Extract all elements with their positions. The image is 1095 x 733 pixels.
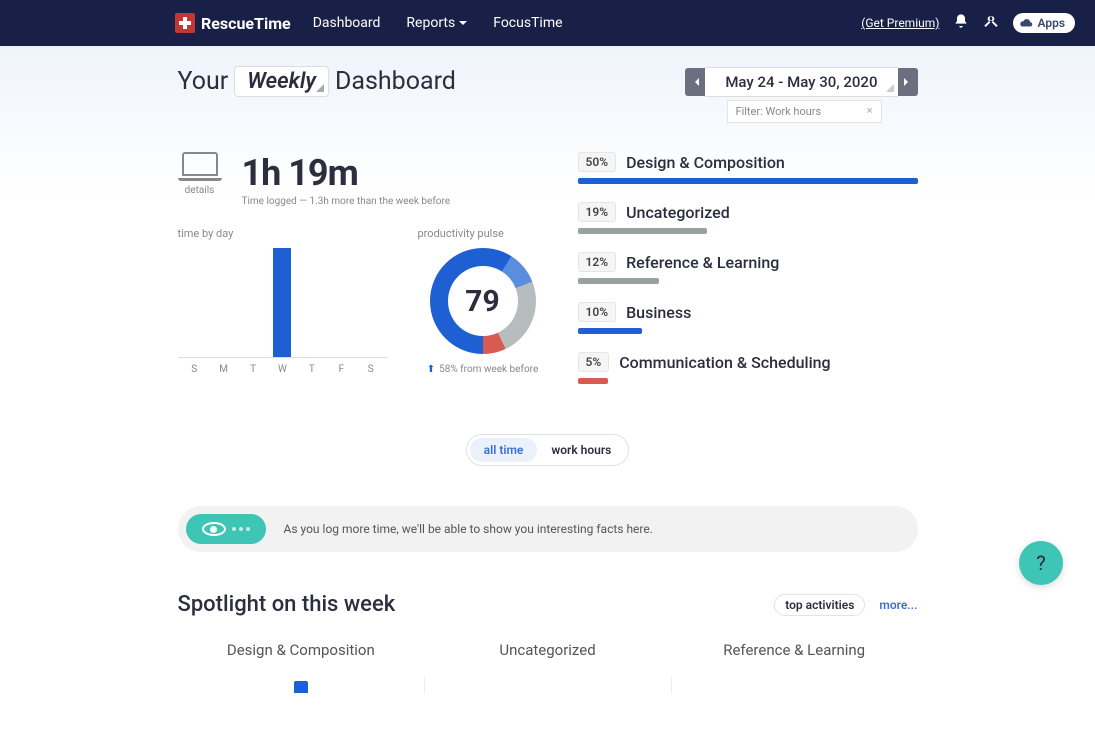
date-range-select[interactable]: May 24 - May 30, 2020 bbox=[705, 67, 897, 97]
spotlight-category[interactable]: Design & Composition bbox=[178, 641, 425, 659]
laptop-icon bbox=[182, 152, 218, 176]
day-tick: S bbox=[358, 364, 383, 375]
bell-icon[interactable] bbox=[953, 13, 969, 33]
date-next-button[interactable] bbox=[898, 68, 918, 96]
timer-widget[interactable] bbox=[797, 20, 847, 26]
day-tick: T bbox=[299, 364, 324, 375]
tools-icon[interactable] bbox=[983, 13, 999, 33]
spotlight-bar bbox=[294, 681, 308, 693]
toggle-work-hours[interactable]: work hours bbox=[537, 438, 625, 462]
category-name: Business bbox=[626, 303, 691, 322]
more-link[interactable]: more... bbox=[879, 598, 917, 612]
category-item[interactable]: 10% Business bbox=[578, 302, 918, 334]
category-pct: 5% bbox=[578, 352, 610, 372]
category-bar bbox=[578, 228, 707, 234]
logo[interactable]: RescueTime bbox=[175, 13, 291, 33]
time-scope-toggle: all time work hours bbox=[178, 434, 918, 466]
category-bar bbox=[578, 178, 918, 184]
category-bar bbox=[578, 278, 660, 284]
category-item[interactable]: 12% Reference & Learning bbox=[578, 252, 918, 284]
get-premium-link[interactable]: (Get Premium) bbox=[861, 16, 939, 30]
time-logged-value: 1h 19m bbox=[242, 152, 451, 194]
day-tick: W bbox=[270, 364, 295, 375]
details-link[interactable]: details bbox=[178, 185, 222, 196]
category-bar bbox=[578, 328, 643, 334]
spotlight-category[interactable]: Uncategorized bbox=[424, 641, 671, 659]
brand-name: RescueTime bbox=[201, 14, 291, 33]
category-item[interactable]: 5% Communication & Scheduling bbox=[578, 352, 918, 384]
insights-banner: As you log more time, we'll be able to s… bbox=[178, 506, 918, 552]
productivity-pulse-chart[interactable]: 79 bbox=[430, 248, 536, 354]
category-item[interactable]: 19% Uncategorized bbox=[578, 202, 918, 234]
category-bar bbox=[578, 378, 609, 384]
pulse-label: productivity pulse bbox=[418, 227, 548, 240]
category-item[interactable]: 50% Design & Composition bbox=[578, 152, 918, 184]
eye-icon bbox=[202, 522, 226, 536]
category-name: Uncategorized bbox=[626, 203, 730, 222]
nav-focustime[interactable]: FocusTime bbox=[493, 15, 562, 31]
page-title: Your Weekly Dashboard bbox=[178, 66, 456, 97]
time-by-day-label: time by day bbox=[178, 227, 388, 240]
page-header: Your Weekly Dashboard May 24 - May 30, 2… bbox=[178, 66, 918, 97]
arrow-up-icon: ⬆ bbox=[427, 364, 435, 375]
timer-bar bbox=[797, 20, 847, 26]
eye-badge bbox=[186, 514, 266, 544]
help-button[interactable]: ? bbox=[1019, 541, 1063, 585]
device-summary[interactable]: details bbox=[178, 152, 222, 196]
nav-reports[interactable]: Reports bbox=[406, 15, 467, 31]
pulse-change: ⬆ 58% from week before bbox=[427, 364, 539, 375]
spotlight-category[interactable]: Reference & Learning bbox=[671, 641, 918, 659]
toggle-all-time[interactable]: all time bbox=[470, 438, 538, 462]
date-prev-button[interactable] bbox=[685, 68, 705, 96]
day-tick: F bbox=[329, 364, 354, 375]
close-icon[interactable]: × bbox=[867, 104, 873, 117]
filter-chip[interactable]: Filter: Work hours × bbox=[727, 100, 882, 123]
top-activities-button[interactable]: top activities bbox=[774, 594, 865, 616]
navbar: RescueTime Dashboard Reports FocusTime (… bbox=[0, 0, 1095, 46]
day-tick: M bbox=[211, 364, 236, 375]
bar-W[interactable] bbox=[273, 248, 291, 357]
category-pct: 19% bbox=[578, 202, 617, 222]
category-name: Design & Composition bbox=[626, 153, 785, 172]
category-list: 50%Design & Composition19%Uncategorized1… bbox=[578, 152, 918, 402]
banner-text: As you log more time, we'll be able to s… bbox=[284, 522, 653, 536]
nav-dashboard[interactable]: Dashboard bbox=[313, 15, 381, 31]
spotlight-title: Spotlight on this week bbox=[178, 592, 396, 617]
cloud-icon bbox=[1019, 18, 1033, 28]
period-select[interactable]: Weekly bbox=[234, 66, 329, 97]
date-navigator: May 24 - May 30, 2020 bbox=[685, 67, 917, 97]
time-logged-subtext: Time logged — 1.3h more than the week be… bbox=[242, 196, 451, 207]
apps-button[interactable]: Apps bbox=[1013, 13, 1075, 33]
pulse-score: 79 bbox=[448, 266, 518, 336]
chevron-down-icon bbox=[459, 21, 467, 29]
logo-icon bbox=[175, 13, 195, 33]
category-pct: 12% bbox=[578, 252, 617, 272]
category-pct: 50% bbox=[578, 152, 617, 172]
category-pct: 10% bbox=[578, 302, 617, 322]
day-tick: T bbox=[240, 364, 265, 375]
time-by-day-chart[interactable] bbox=[178, 248, 388, 358]
category-name: Reference & Learning bbox=[626, 253, 779, 272]
day-tick: S bbox=[182, 364, 207, 375]
category-name: Communication & Scheduling bbox=[619, 353, 830, 372]
